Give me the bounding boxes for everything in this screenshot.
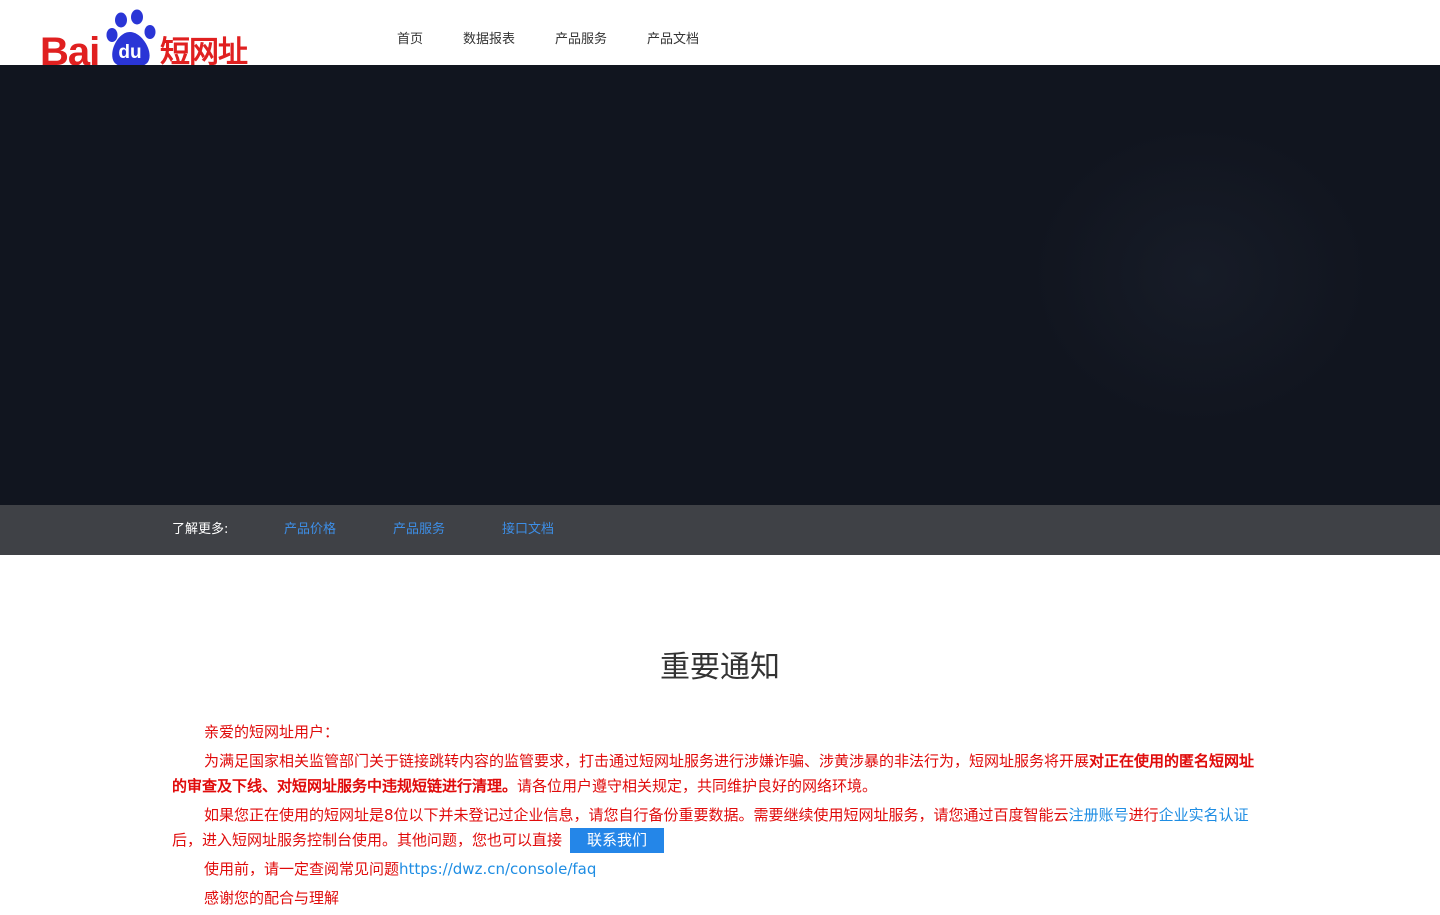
learn-more-bar: 了解更多: 产品价格 产品服务 接口文档 xyxy=(0,505,1440,555)
nav-product-docs[interactable]: 产品文档 xyxy=(647,30,699,50)
notice-body: 亲爱的短网址用户： 为满足国家相关监管部门关于链接跳转内容的监管要求，打击通过短… xyxy=(172,720,1264,915)
main-nav: 首页 数据报表 产品服务 产品文档 xyxy=(397,30,739,50)
notice-paragraph-2: 如果您正在使用的短网址是8位以下并未登记过企业信息，请您自行备份重要数据。需要继… xyxy=(172,803,1264,853)
link-product-service[interactable]: 产品服务 xyxy=(393,520,445,540)
top-header: Bai du 短网址 首页 数据报表 产品服务 产品文档 xyxy=(0,0,1440,66)
hero-banner xyxy=(0,65,1440,505)
faq-link[interactable]: https://dwz.cn/console/faq xyxy=(399,860,596,878)
register-account-link[interactable]: 注册账号 xyxy=(1069,806,1129,824)
logo-text-bai: Bai xyxy=(40,30,100,66)
learn-more-title: 了解更多: xyxy=(172,522,229,537)
nav-product-service[interactable]: 产品服务 xyxy=(555,30,607,50)
notice-paragraph-4: 感谢您的配合与理解 xyxy=(172,886,1264,911)
nav-home[interactable]: 首页 xyxy=(397,30,423,50)
logo-text-dwz: 短网址 xyxy=(160,35,248,67)
link-product-price[interactable]: 产品价格 xyxy=(284,520,336,540)
notice-paragraph-1: 为满足国家相关监管部门关于链接跳转内容的监管要求，打击通过短网址服务进行涉嫌诈骗… xyxy=(172,749,1264,799)
nav-data-report[interactable]: 数据报表 xyxy=(463,30,515,50)
notice-greeting: 亲爱的短网址用户： xyxy=(172,720,1264,745)
link-api-docs[interactable]: 接口文档 xyxy=(502,520,554,540)
logo-text-du: du xyxy=(118,42,141,63)
notice-title: 重要通知 xyxy=(660,650,780,685)
enterprise-verification-link[interactable]: 企业实名认证 xyxy=(1159,806,1249,824)
notice-paragraph-3: 使用前，请一定查阅常见问题https://dwz.cn/console/faq xyxy=(172,857,1264,882)
notice-para2-c: 后，进入短网址服务控制台使用。其他问题，您也可以直接 xyxy=(172,831,563,849)
notice-para2-b: 进行 xyxy=(1128,806,1159,824)
notice-para2-a: 如果您正在使用的短网址是8位以下并未登记过企业信息，请您自行备份重要数据。需要继… xyxy=(204,806,1069,824)
hero-decoration xyxy=(1030,125,1370,425)
notice-para1-tail: 请各位用户遵守相关规定，共同维护良好的网络环境。 xyxy=(517,777,878,795)
contact-us-button[interactable]: 联系我们 xyxy=(570,828,665,853)
notice-greeting-text: 亲爱的短网址用户： xyxy=(204,723,340,741)
notice-para1-text: 为满足国家相关监管部门关于链接跳转内容的监管要求，打击通过短网址服务进行涉嫌诈骗… xyxy=(204,752,1090,770)
notice-para3-text: 使用前，请一定查阅常见问题 xyxy=(204,860,400,878)
baidu-paw-icon: du xyxy=(106,9,156,66)
baidu-dwz-logo[interactable]: Bai du 短网址 xyxy=(38,8,268,66)
notice-para4-text: 感谢您的配合与理解 xyxy=(204,889,340,907)
